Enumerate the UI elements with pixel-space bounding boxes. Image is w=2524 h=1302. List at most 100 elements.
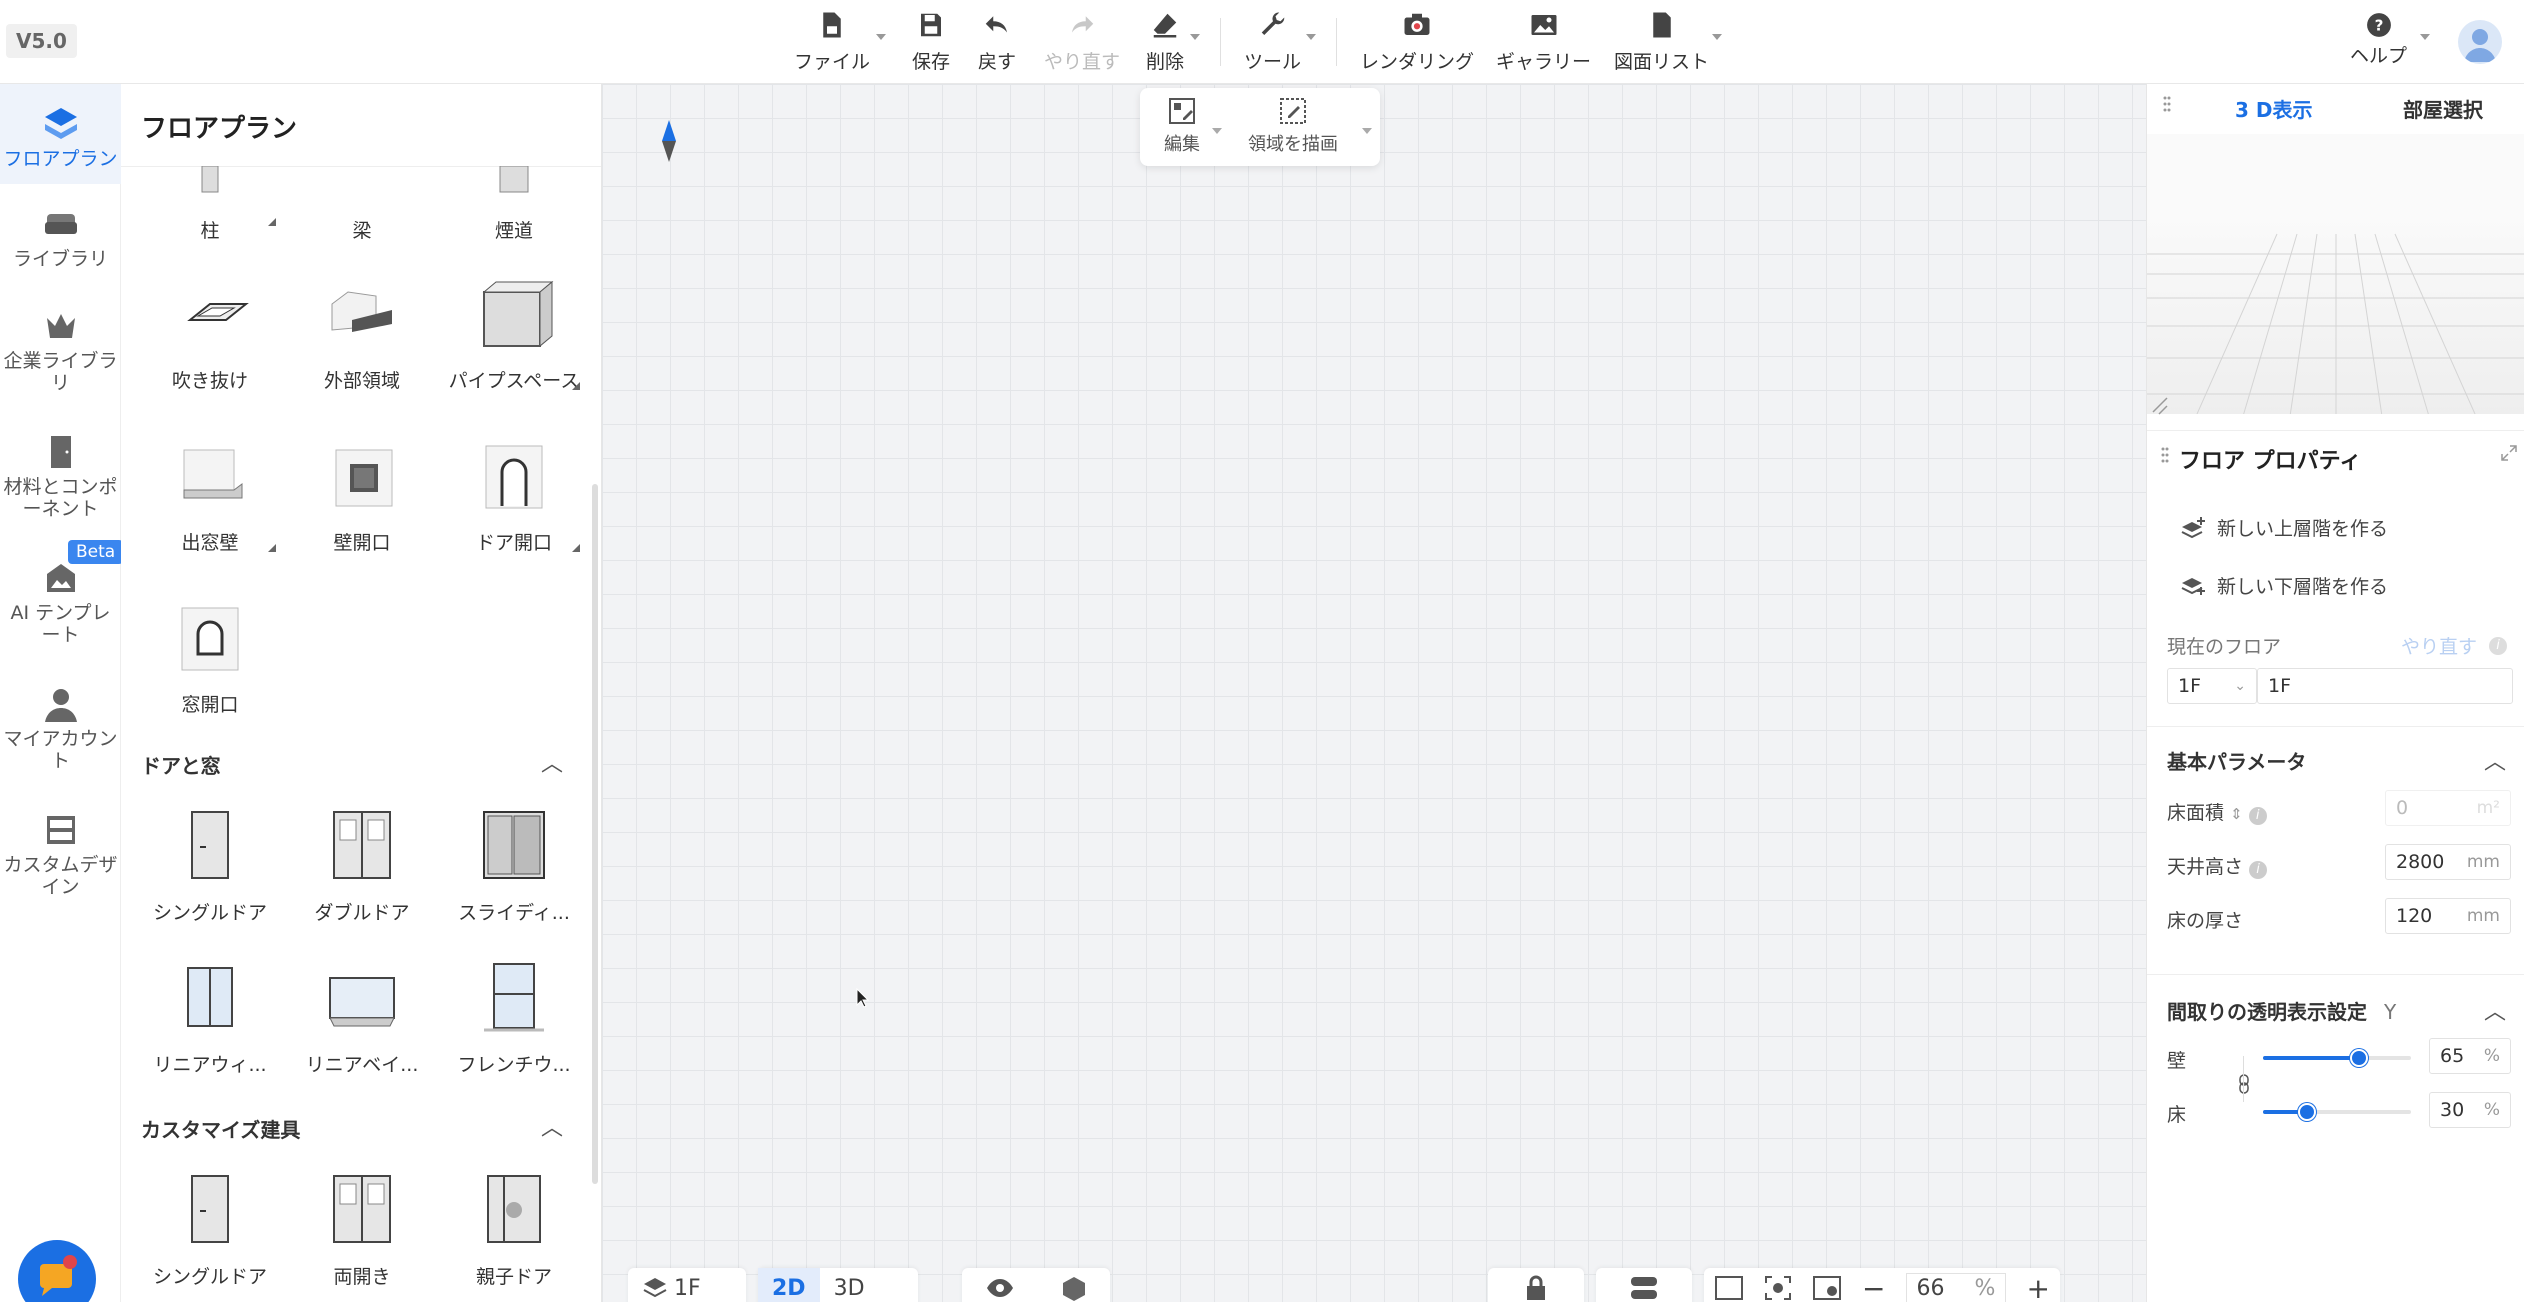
floor-label: 床	[2167, 1104, 2187, 1126]
zoom-in-button[interactable]: +	[2026, 1272, 2049, 1302]
collapse-chevron-icon[interactable]: ︿	[2484, 744, 2506, 776]
file-caret-icon[interactable]	[876, 34, 886, 40]
file-button[interactable]: ファイル	[794, 10, 870, 74]
drag-handle-icon[interactable]	[2161, 447, 2169, 467]
item-window-opening[interactable]: 窓開口	[134, 598, 286, 717]
document-icon	[1652, 12, 1671, 38]
ceiling-height-input[interactable]: 2800 mm	[2385, 844, 2511, 880]
nav-my-account[interactable]: マイアカウント	[0, 684, 121, 772]
zoom-input[interactable]: 66 %	[1905, 1273, 2007, 1302]
item-single-door[interactable]: シングルドア	[134, 806, 286, 925]
redo-button[interactable]: やり直す	[1044, 10, 1120, 74]
gallery-button[interactable]: ギャラリー	[1496, 10, 1591, 74]
draw-area-caret-icon[interactable]	[1362, 128, 1372, 134]
item-column[interactable]: 柱	[134, 166, 286, 243]
toggle-settings-icon[interactable]	[1629, 1275, 1659, 1301]
floor-opacity-input[interactable]: 30 %	[2429, 1092, 2511, 1128]
add-layer-down-icon	[2181, 577, 2205, 595]
drag-handle-icon[interactable]	[2163, 96, 2171, 116]
variant-caret-icon[interactable]	[268, 544, 276, 552]
avatar[interactable]	[2458, 20, 2502, 64]
tab-room-select[interactable]: 部屋選択	[2403, 94, 2483, 123]
item-atrium[interactable]: 吹き抜け	[134, 274, 286, 393]
item-bay-window-wall[interactable]: 出窓壁	[134, 436, 286, 555]
item-linear-window[interactable]: リニアウィ...	[134, 958, 286, 1077]
item-exterior-area[interactable]: 外部領域	[286, 274, 438, 393]
item-wall-opening[interactable]: 壁開口	[286, 436, 438, 555]
single-door-icon	[191, 811, 229, 879]
item-pipe-space[interactable]: パイプスペース	[438, 274, 590, 393]
edit-caret-icon[interactable]	[1212, 128, 1222, 134]
collapse-chevron-icon[interactable]: ︿	[2484, 994, 2506, 1026]
delete-caret-icon[interactable]	[1190, 34, 1200, 40]
chat-button[interactable]	[18, 1240, 96, 1302]
collapse-chevron-icon[interactable]: ︿	[541, 746, 563, 778]
tools-button[interactable]: ツール	[1244, 10, 1301, 74]
wall-opacity-input[interactable]: 65 %	[2429, 1038, 2511, 1074]
crown-icon	[46, 314, 75, 338]
drawing-list-button[interactable]: 図面リスト	[1614, 10, 1709, 74]
fit-view-icon[interactable]	[1714, 1275, 1744, 1301]
drawing-list-caret-icon[interactable]	[1712, 34, 1722, 40]
linear-window-icon	[187, 967, 233, 1027]
redo-icon	[1072, 16, 1094, 33]
eye-icon[interactable]	[985, 1277, 1015, 1299]
window-opening-icon	[181, 607, 239, 671]
item-door-opening[interactable]: ドア開口	[438, 436, 590, 555]
rendering-button[interactable]: レンダリング	[1360, 10, 1474, 74]
nav-custom-design[interactable]: カスタムデザイン	[0, 810, 121, 898]
variant-caret-icon[interactable]	[268, 218, 276, 226]
design-canvas[interactable]: 編集 領域を描画 1F 2D 3D − 66 % +	[602, 84, 2146, 1302]
collapse-chevron-icon[interactable]: ︿	[541, 1110, 563, 1142]
variant-caret-icon[interactable]	[572, 382, 580, 390]
undo-button[interactable]: 戻す	[978, 10, 1016, 74]
floor-thickness-input[interactable]: 120 mm	[2385, 898, 2511, 934]
slider-knob[interactable]	[2350, 1049, 2369, 1067]
nav-ai-template[interactable]: AI テンプレート	[0, 558, 121, 646]
lock-icon[interactable]	[1524, 1274, 1548, 1302]
snapshot-icon[interactable]	[1812, 1275, 1842, 1301]
item-beam[interactable]: 梁	[286, 166, 438, 243]
cube-icon[interactable]	[1060, 1275, 1088, 1301]
floor-switcher[interactable]: 1F	[628, 1268, 746, 1302]
item-sliding-door[interactable]: スライディ...	[438, 806, 590, 925]
tab-3d-view[interactable]: 3 D表示	[2235, 94, 2312, 123]
slider-knob[interactable]	[2298, 1103, 2317, 1121]
current-floor-redo[interactable]: やり直す	[2401, 632, 2477, 659]
mode-2d-button[interactable]: 2D	[758, 1268, 820, 1302]
help-caret-icon[interactable]	[2420, 34, 2430, 40]
mode-3d-button[interactable]: 3D	[820, 1276, 879, 1301]
item-linear-bay-window[interactable]: リニアベイ...	[286, 958, 438, 1077]
delete-button[interactable]: 削除	[1146, 10, 1184, 74]
item-custom-double-door[interactable]: 両開き	[286, 1170, 438, 1289]
save-button[interactable]: 保存	[912, 10, 950, 74]
sort-icon[interactable]: ⇕	[2230, 805, 2243, 823]
nav-materials[interactable]: 材料とコンポーネント	[0, 432, 121, 520]
flue-icon	[499, 166, 529, 193]
edit-button[interactable]: 編集	[1164, 96, 1200, 156]
floor-opacity-slider[interactable]	[2263, 1103, 2411, 1121]
item-custom-single-door[interactable]: シングルドア	[134, 1170, 286, 1289]
wall-opacity-slider[interactable]	[2263, 1049, 2411, 1067]
floor-name-input[interactable]: 1F	[2257, 668, 2513, 704]
tools-caret-icon[interactable]	[1306, 34, 1316, 40]
new-lower-floor-button[interactable]: 新しい下層階を作る	[2181, 572, 2388, 599]
item-custom-parent-child-door[interactable]: 親子ドア	[438, 1170, 590, 1289]
panel-scrollbar[interactable]	[592, 484, 598, 1184]
item-french-window[interactable]: フレンチウ...	[438, 958, 590, 1077]
floor-select[interactable]: 1F ⌄	[2167, 668, 2257, 704]
new-upper-floor-button[interactable]: 新しい上層階を作る	[2181, 514, 2388, 541]
item-double-door[interactable]: ダブルドア	[286, 806, 438, 925]
focus-icon[interactable]	[1764, 1275, 1792, 1301]
draw-area-button[interactable]: 領域を描画	[1248, 96, 1338, 156]
nav-floor-plan[interactable]: フロアプラン	[0, 84, 121, 184]
item-flue[interactable]: 煙道	[438, 166, 590, 243]
help-button[interactable]: ? ヘルプ	[2350, 12, 2407, 68]
link-icon[interactable]	[2237, 1074, 2251, 1094]
chat-icon	[40, 1255, 77, 1296]
nav-library[interactable]: ライブラリ	[0, 204, 121, 270]
variant-caret-icon[interactable]	[572, 544, 580, 552]
zoom-out-button[interactable]: −	[1862, 1272, 1885, 1302]
expand-icon[interactable]	[2501, 445, 2517, 461]
nav-enterprise-library[interactable]: 企業ライブラリ	[0, 306, 121, 394]
